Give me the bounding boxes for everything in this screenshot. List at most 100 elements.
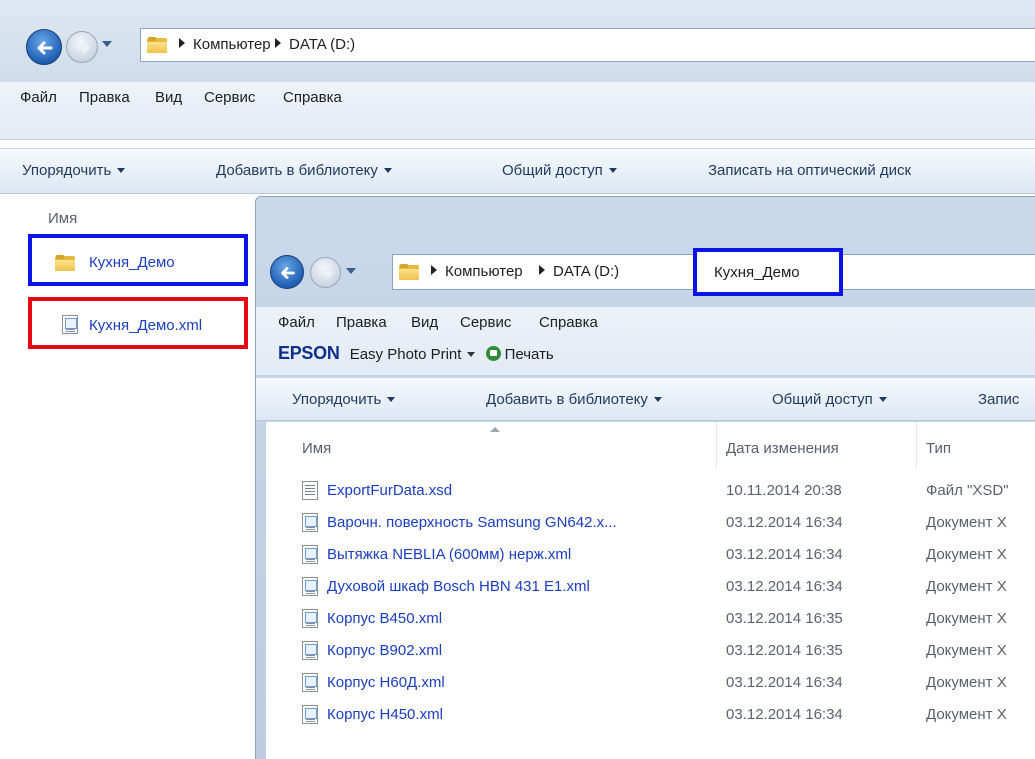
column-header-name[interactable]: Имя (48, 210, 77, 227)
file-row[interactable]: Корпус Н60Д.xml 03.12.2014 16:34 Докумен… (266, 668, 1035, 698)
breadcrumb-kitchen-demo[interactable]: Кухня_Демо (714, 264, 800, 281)
file-name: Духовой шкаф Bosch HBN 431 E1.xml (327, 578, 590, 595)
arrow-right-icon (320, 268, 333, 279)
list-item-xml-file[interactable]: Кухня_Демо.xml (28, 297, 248, 349)
chevron-right-icon (179, 38, 185, 48)
xml-file-icon (302, 673, 318, 692)
add-to-library-button[interactable]: Добавить в библиотеку (216, 162, 392, 179)
forward-button[interactable] (66, 31, 98, 63)
file-row[interactable]: Корпус В902.xml 03.12.2014 16:35 Докумен… (266, 636, 1035, 666)
menu-tools[interactable]: Сервис (204, 89, 255, 106)
menu-file[interactable]: Файл (278, 314, 315, 331)
list-item-label: Кухня_Демо.xml (89, 317, 203, 334)
menu-help[interactable]: Справка (539, 314, 598, 331)
outer-address-bar: Компьютер DATA (D:) (0, 0, 1035, 82)
forward-button[interactable] (310, 257, 341, 288)
menu-file[interactable]: Файл (20, 89, 57, 106)
menu-edit[interactable]: Правка (336, 314, 387, 331)
inner-menu-bar: Файл Правка Вид Сервис Справка EPSON Eas… (256, 307, 1035, 375)
epson-toolbar: EPSON Easy Photo Print Печать (278, 343, 554, 364)
menu-view[interactable]: Вид (155, 89, 182, 106)
file-type: Документ X (926, 514, 1007, 531)
organize-button[interactable]: Упорядочить (292, 391, 396, 408)
back-button[interactable] (270, 255, 304, 289)
xml-file-icon (302, 545, 318, 564)
inner-explorer-window: Компьютер DATA (D:) Кухня_Демо Файл Прав… (255, 196, 1035, 759)
file-type: Документ X (926, 546, 1007, 563)
file-type: Файл "XSD" (926, 482, 1009, 499)
chevron-right-icon (431, 265, 437, 275)
list-item-label: Кухня_Демо (89, 254, 175, 271)
share-button[interactable]: Общий доступ (502, 162, 617, 179)
back-button[interactable] (26, 29, 62, 65)
column-divider[interactable] (716, 422, 717, 468)
epson-logo: EPSON (278, 343, 340, 363)
printer-icon (485, 346, 501, 361)
file-date: 03.12.2014 16:34 (726, 706, 843, 723)
arrow-right-icon (76, 42, 90, 54)
xml-file-icon (302, 577, 318, 596)
organize-button[interactable]: Упорядочить (22, 162, 126, 179)
file-type: Документ X (926, 706, 1007, 723)
file-name: Корпус Н60Д.xml (327, 674, 445, 691)
xml-file-icon (302, 609, 318, 628)
list-item-folder[interactable]: Кухня_Демо (28, 234, 248, 286)
easy-photo-print-button[interactable]: Easy Photo Print (350, 346, 476, 363)
file-type: Документ X (926, 610, 1007, 627)
chevron-down-icon (383, 168, 392, 173)
burn-disc-button[interactable]: Запис (978, 391, 1019, 408)
folder-icon (399, 264, 419, 280)
file-date: 03.12.2014 16:34 (726, 578, 843, 595)
recent-pages-dropdown[interactable] (102, 41, 112, 47)
add-to-library-button[interactable]: Добавить в библиотеку (486, 391, 662, 408)
folder-icon (55, 255, 75, 271)
breadcrumb-data-drive[interactable]: DATA (D:) (275, 36, 355, 53)
file-date: 03.12.2014 16:34 (726, 546, 843, 563)
chevron-down-icon (878, 397, 887, 402)
print-button[interactable]: Печать (480, 346, 554, 363)
column-header-name[interactable]: Имя (302, 422, 331, 468)
menu-edit[interactable]: Правка (79, 89, 130, 106)
column-header-date[interactable]: Дата изменения (726, 422, 839, 468)
xml-file-icon (302, 705, 318, 724)
recent-pages-dropdown[interactable] (346, 268, 356, 274)
share-button[interactable]: Общий доступ (772, 391, 887, 408)
file-date: 03.12.2014 16:35 (726, 610, 843, 627)
outer-address-field[interactable]: Компьютер DATA (D:) (140, 28, 1035, 62)
folder-icon (147, 37, 167, 53)
menu-help[interactable]: Справка (283, 89, 342, 106)
file-row[interactable]: Варочн. поверхность Samsung GN642.x... 0… (266, 508, 1035, 538)
file-row[interactable]: Духовой шкаф Bosch HBN 431 E1.xml 03.12.… (266, 572, 1035, 602)
inner-address-field[interactable]: Компьютер DATA (D:) Кухня_Демо (392, 248, 1035, 296)
file-name: Корпус Н450.xml (327, 706, 443, 723)
chevron-down-icon (467, 352, 476, 357)
chevron-down-icon (653, 397, 662, 402)
file-date: 03.12.2014 16:34 (726, 674, 843, 691)
file-name: Корпус В450.xml (327, 610, 443, 627)
file-type: Документ X (926, 578, 1007, 595)
file-name: Корпус В902.xml (327, 642, 443, 659)
file-row[interactable]: Корпус В450.xml 03.12.2014 16:35 Докумен… (266, 604, 1035, 634)
file-row[interactable]: Вытяжка NEBLIA (600мм) нерж.xml 03.12.20… (266, 540, 1035, 570)
column-header-type[interactable]: Тип (926, 422, 951, 468)
file-row[interactable]: Корпус Н450.xml 03.12.2014 16:34 Докумен… (266, 700, 1035, 730)
menu-tools[interactable]: Сервис (460, 314, 511, 331)
file-type: Документ X (926, 674, 1007, 691)
column-divider[interactable] (916, 422, 917, 468)
breadcrumb-highlight-box: Кухня_Демо (693, 248, 843, 296)
arrow-left-icon (281, 267, 295, 279)
file-type: Документ X (926, 642, 1007, 659)
breadcrumb-computer[interactable]: Компьютер (431, 263, 523, 280)
file-name: ExportFurData.xsd (327, 482, 453, 499)
outer-command-bar: Упорядочить Добавить в библиотеку Общий … (0, 148, 1035, 194)
breadcrumb-computer[interactable]: Компьютер (179, 36, 271, 53)
xml-file-icon (302, 513, 318, 532)
file-date: 03.12.2014 16:34 (726, 514, 843, 531)
file-row[interactable]: ExportFurData.xsd 10.11.2014 20:38 Файл … (266, 476, 1035, 506)
chevron-down-icon (387, 397, 396, 402)
breadcrumb-data-drive[interactable]: DATA (D:) (539, 263, 619, 280)
burn-disc-button[interactable]: Записать на оптический диск (708, 162, 911, 179)
menu-view[interactable]: Вид (411, 314, 438, 331)
chevron-right-icon (539, 265, 545, 275)
outer-menu-bar: Файл Правка Вид Сервис Справка (0, 82, 1035, 140)
